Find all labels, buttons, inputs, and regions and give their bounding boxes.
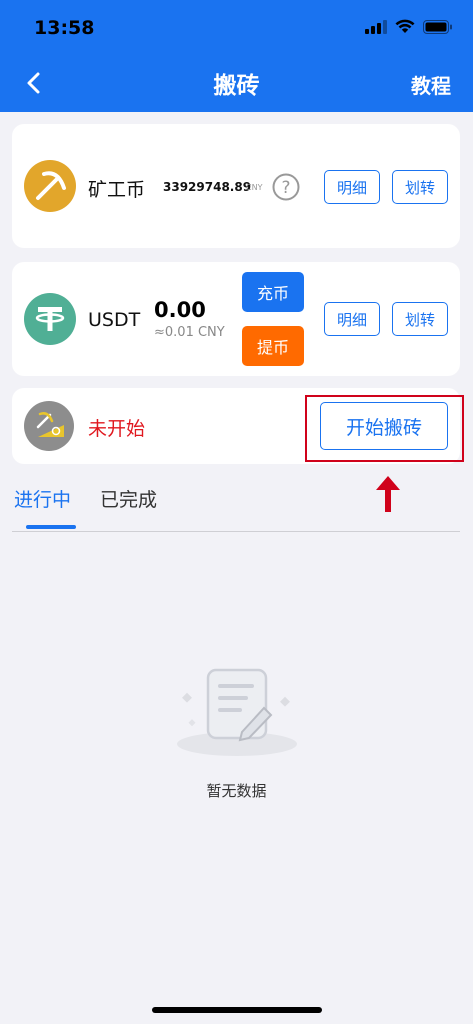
mining-status-text: 未开始 bbox=[88, 418, 146, 440]
usdt-card: USDT 0.00 ≈0.01 CNY 充币 提币 明细 划转 bbox=[12, 262, 460, 376]
tab-completed[interactable]: 已完成 bbox=[100, 485, 157, 512]
transfer-button[interactable]: 划转 bbox=[392, 170, 448, 204]
transfer-button[interactable]: 划转 bbox=[392, 302, 448, 336]
battery-icon bbox=[423, 19, 452, 34]
home-indicator bbox=[152, 1007, 322, 1013]
mining-status-icon bbox=[24, 401, 74, 451]
empty-state-text: 暂无数据 bbox=[206, 782, 267, 800]
tutorial-button[interactable]: 教程 bbox=[411, 70, 451, 99]
start-mining-button[interactable]: 开始搬砖 bbox=[320, 402, 448, 450]
status-time: 13:58 bbox=[34, 17, 95, 39]
empty-document-icon bbox=[172, 664, 302, 764]
active-tab-indicator bbox=[26, 525, 76, 529]
signal-icon bbox=[365, 19, 387, 34]
pickaxe-icon bbox=[24, 160, 76, 212]
help-icon[interactable]: ? bbox=[272, 173, 300, 201]
app-header: 13:58 搬砖 教程 bbox=[0, 0, 473, 112]
coin-name: USDT bbox=[88, 309, 141, 331]
withdraw-button[interactable]: 提币 bbox=[242, 326, 304, 366]
coin-amount: 33929748.89 bbox=[163, 180, 252, 194]
usdt-amount: 0.00 bbox=[154, 298, 206, 322]
status-icons bbox=[365, 19, 453, 34]
svg-text:?: ? bbox=[281, 178, 290, 198]
deposit-button[interactable]: 充币 bbox=[242, 272, 304, 312]
tab-in-progress[interactable]: 进行中 bbox=[14, 485, 71, 512]
detail-button[interactable]: 明细 bbox=[324, 170, 380, 204]
coin-name: 矿工币 bbox=[88, 179, 146, 201]
page-title: 搬砖 bbox=[213, 73, 260, 99]
mine-coin-card: 矿工币 33929748.89 CNY ? 明细 划转 bbox=[12, 124, 460, 248]
coin-unit: CNY bbox=[246, 183, 263, 192]
tether-icon bbox=[24, 293, 76, 345]
wifi-icon bbox=[395, 19, 415, 33]
detail-button[interactable]: 明细 bbox=[324, 302, 380, 336]
usdt-approx-value: ≈0.01 CNY bbox=[154, 325, 225, 340]
tab-bar: 进行中 已完成 bbox=[12, 480, 460, 532]
